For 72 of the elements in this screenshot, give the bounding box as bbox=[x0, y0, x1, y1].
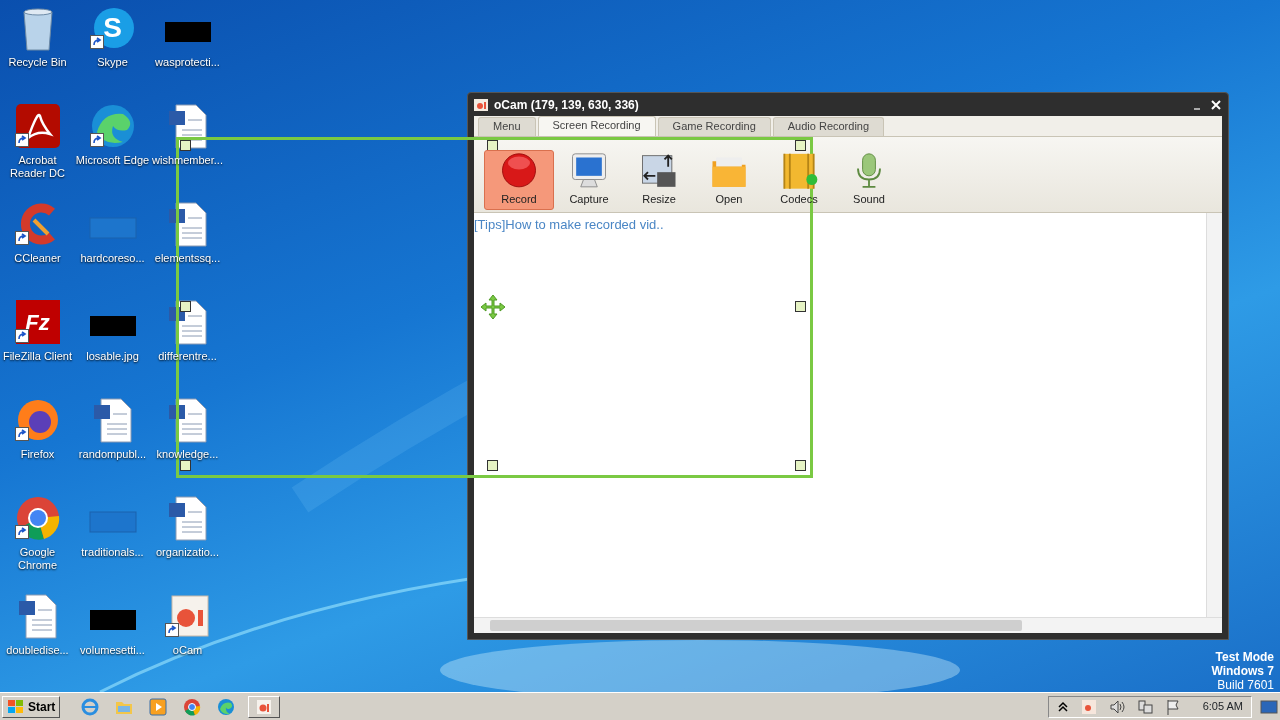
browser-icon bbox=[81, 697, 100, 716]
tab[interactable]: Audio Recording bbox=[772, 117, 885, 136]
toolbar-button[interactable]: Record bbox=[484, 150, 554, 210]
close-icon[interactable] bbox=[1210, 98, 1222, 111]
camera-icon[interactable] bbox=[1080, 698, 1097, 715]
icon-label[interactable]: Skype bbox=[97, 56, 128, 69]
shortcut-arrow-icon bbox=[164, 622, 179, 637]
flag-icon[interactable] bbox=[1164, 698, 1181, 715]
icon-label[interactable]: traditionals... bbox=[81, 546, 144, 559]
icon-label[interactable]: Microsoft Edge bbox=[75, 154, 150, 167]
move-icon[interactable] bbox=[480, 294, 506, 320]
tab[interactable]: Game Recording bbox=[657, 117, 771, 136]
pdf-icon[interactable] bbox=[13, 102, 62, 150]
shortcut-arrow-icon bbox=[89, 34, 104, 49]
toolbar-button[interactable]: Open bbox=[694, 150, 764, 210]
toolbar-button[interactable]: Resize bbox=[624, 150, 694, 210]
system-notice-text: Test Mode bbox=[1214, 650, 1274, 664]
camera-icon bbox=[255, 697, 274, 716]
tab[interactable]: Menu bbox=[478, 117, 536, 136]
resize-handle[interactable] bbox=[180, 301, 191, 312]
start-button[interactable]: Start bbox=[2, 695, 61, 718]
shortcut-arrow-icon bbox=[89, 132, 104, 147]
speaker-icon[interactable] bbox=[1108, 698, 1125, 715]
icon-label[interactable]: wishmember... bbox=[152, 154, 223, 167]
resize-handle[interactable] bbox=[795, 140, 806, 151]
icon-label[interactable]: losable.jpg bbox=[86, 350, 139, 363]
app-icon bbox=[474, 98, 488, 111]
show-desktop-icon[interactable] bbox=[1260, 698, 1278, 715]
shortcut-arrow-icon bbox=[14, 132, 29, 147]
window-title: oCam (179, 139, 630, 336) bbox=[494, 96, 639, 114]
vertical-scrollbar[interactable] bbox=[1206, 213, 1222, 617]
shortcut-arrow-icon bbox=[14, 230, 29, 245]
icon-label[interactable]: FileZilla Client bbox=[2, 350, 73, 363]
icon-label[interactable]: Recycle Bin bbox=[8, 56, 67, 69]
fz-icon[interactable] bbox=[13, 298, 62, 346]
resize-handle[interactable] bbox=[180, 460, 191, 471]
tip-link[interactable]: [Tips]How to make recorded vid.. bbox=[474, 213, 664, 235]
toolbar-button[interactable]: Sound bbox=[834, 150, 904, 210]
shortcut-arrow-icon bbox=[14, 426, 29, 441]
horizontal-scrollbar[interactable] bbox=[474, 617, 1222, 633]
wave-icon bbox=[217, 697, 236, 716]
taskbar-button[interactable] bbox=[248, 695, 281, 718]
system-notice-text: Windows 7 bbox=[1211, 664, 1274, 678]
shortcut-arrow-icon bbox=[14, 524, 29, 539]
icon-label[interactable]: doubledise... bbox=[6, 644, 69, 657]
icon-label[interactable]: hardcoreso... bbox=[80, 252, 145, 265]
resize-handle[interactable] bbox=[487, 460, 498, 471]
logo-letter: Fz bbox=[25, 308, 50, 337]
media-player-icon bbox=[149, 697, 168, 716]
logo-letter: S bbox=[103, 11, 122, 45]
resize-handle[interactable] bbox=[795, 460, 806, 471]
system-notice-text: Build 7601 bbox=[1216, 678, 1274, 692]
icon-label[interactable]: Firefox bbox=[20, 448, 55, 461]
resize-handle[interactable] bbox=[795, 301, 806, 312]
icon-label[interactable]: organizatio... bbox=[156, 546, 219, 559]
icon-label[interactable]: Acrobat Reader DC bbox=[0, 154, 75, 180]
icon-label[interactable]: CCleaner bbox=[14, 252, 61, 265]
scroll-thumb[interactable] bbox=[490, 620, 1022, 631]
icon-label[interactable]: oCam bbox=[172, 644, 203, 657]
shortcut-arrow-icon bbox=[14, 328, 29, 343]
toolbar-button[interactable]: Capture bbox=[554, 150, 624, 210]
tab[interactable]: Screen Recording bbox=[537, 116, 656, 136]
network-icon[interactable] bbox=[1136, 698, 1153, 715]
ring-icon bbox=[183, 697, 202, 716]
windows-logo-icon bbox=[7, 698, 25, 715]
icon-label[interactable]: volumesetti... bbox=[80, 644, 145, 657]
icon-label[interactable]: Google Chrome bbox=[0, 546, 75, 572]
resize-handle[interactable] bbox=[180, 140, 191, 151]
icon-label[interactable]: randompubl... bbox=[78, 448, 147, 461]
resize-handle[interactable] bbox=[487, 140, 498, 151]
icon-label[interactable]: wasprotecti... bbox=[155, 56, 220, 69]
clock-text[interactable]: 6:05 AM bbox=[1202, 698, 1243, 715]
